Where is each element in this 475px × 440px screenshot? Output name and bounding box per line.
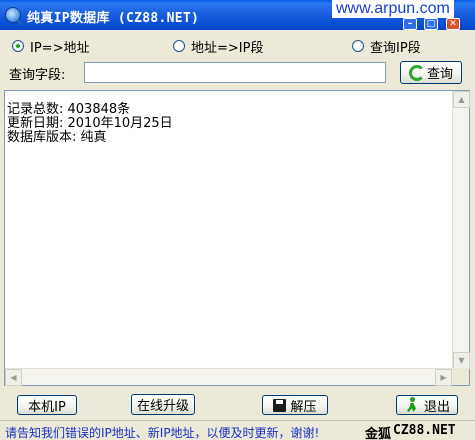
refresh-icon <box>408 64 425 81</box>
disk-icon <box>273 398 287 412</box>
exit-button[interactable]: 退出 <box>396 395 458 415</box>
result-text: 记录总数: 403848条 更新日期: 2010年10月25日 数据库版本: 纯… <box>7 103 173 145</box>
radio-label: 地址=>IP段 <box>191 40 264 56</box>
extract-label: 解压 <box>290 399 317 415</box>
local-ip-button[interactable]: 本机IP <box>17 395 77 415</box>
magnifier-globe-icon <box>5 7 21 23</box>
radio-indicator <box>352 40 364 52</box>
query-field-label: 查询字段: <box>9 68 66 83</box>
close-button[interactable]: ✕ <box>446 18 460 30</box>
extract-button[interactable]: 解压 <box>262 395 328 415</box>
maximize-button[interactable]: □ <box>424 18 438 30</box>
scrollbar-corner <box>452 368 469 385</box>
radio-indicator <box>12 40 24 52</box>
query-input[interactable] <box>84 62 386 83</box>
scroll-down-arrow-icon[interactable]: ▼ <box>453 352 470 369</box>
radio-label: 查询IP段 <box>370 40 421 56</box>
watermark-text: www.arpun.com <box>332 0 454 18</box>
status-domain-link[interactable]: CZ88.NET <box>393 423 456 438</box>
search-button-label: 查询 <box>426 67 453 82</box>
db-version-line: 数据库版本: 纯真 <box>7 130 107 145</box>
online-upgrade-button[interactable]: 在线升级 <box>131 394 195 415</box>
exit-label: 退出 <box>423 399 450 415</box>
update-date-line: 更新日期: 2010年10月25日 <box>7 116 173 131</box>
scroll-up-arrow-icon[interactable]: ▲ <box>453 91 470 108</box>
result-area[interactable]: 记录总数: 403848条 更新日期: 2010年10月25日 数据库版本: 纯… <box>4 90 470 386</box>
horizontal-scrollbar[interactable]: ◀ ▶ <box>5 368 452 386</box>
status-message: 请告知我们错误的IP地址、新IP地址，以便及时更新，谢谢! <box>5 426 320 440</box>
scroll-left-arrow-icon[interactable]: ◀ <box>5 369 22 386</box>
runner-icon <box>404 397 420 413</box>
local-ip-label: 本机IP <box>28 399 66 415</box>
minimize-button[interactable]: – <box>403 18 417 30</box>
scroll-right-arrow-icon[interactable]: ▶ <box>435 369 452 386</box>
vertical-scrollbar[interactable]: ▲ ▼ <box>452 91 470 369</box>
record-count-line: 记录总数: 403848条 <box>7 102 131 117</box>
search-button[interactable]: 查询 <box>400 61 462 84</box>
app-window: 纯真IP数据库 (CZ88.NET) www.arpun.com – □ ✕ I… <box>0 0 475 440</box>
title-bar[interactable]: 纯真IP数据库 (CZ88.NET) www.arpun.com – □ ✕ <box>0 0 475 30</box>
status-bar: 请告知我们错误的IP地址、新IP地址，以便及时更新，谢谢! 金狐 CZ88.NE… <box>0 420 475 440</box>
radio-indicator <box>173 40 185 52</box>
radio-query-ip-range[interactable]: 查询IP段 <box>352 38 421 56</box>
status-brand: 金狐 <box>365 427 392 440</box>
online-upgrade-label: 在线升级 <box>136 399 189 414</box>
radio-address-to-ip-range[interactable]: 地址=>IP段 <box>173 38 264 56</box>
window-title: 纯真IP数据库 (CZ88.NET) <box>27 11 200 26</box>
radio-ip-to-address[interactable]: IP=>地址 <box>12 38 90 56</box>
radio-label: IP=>地址 <box>30 40 90 56</box>
